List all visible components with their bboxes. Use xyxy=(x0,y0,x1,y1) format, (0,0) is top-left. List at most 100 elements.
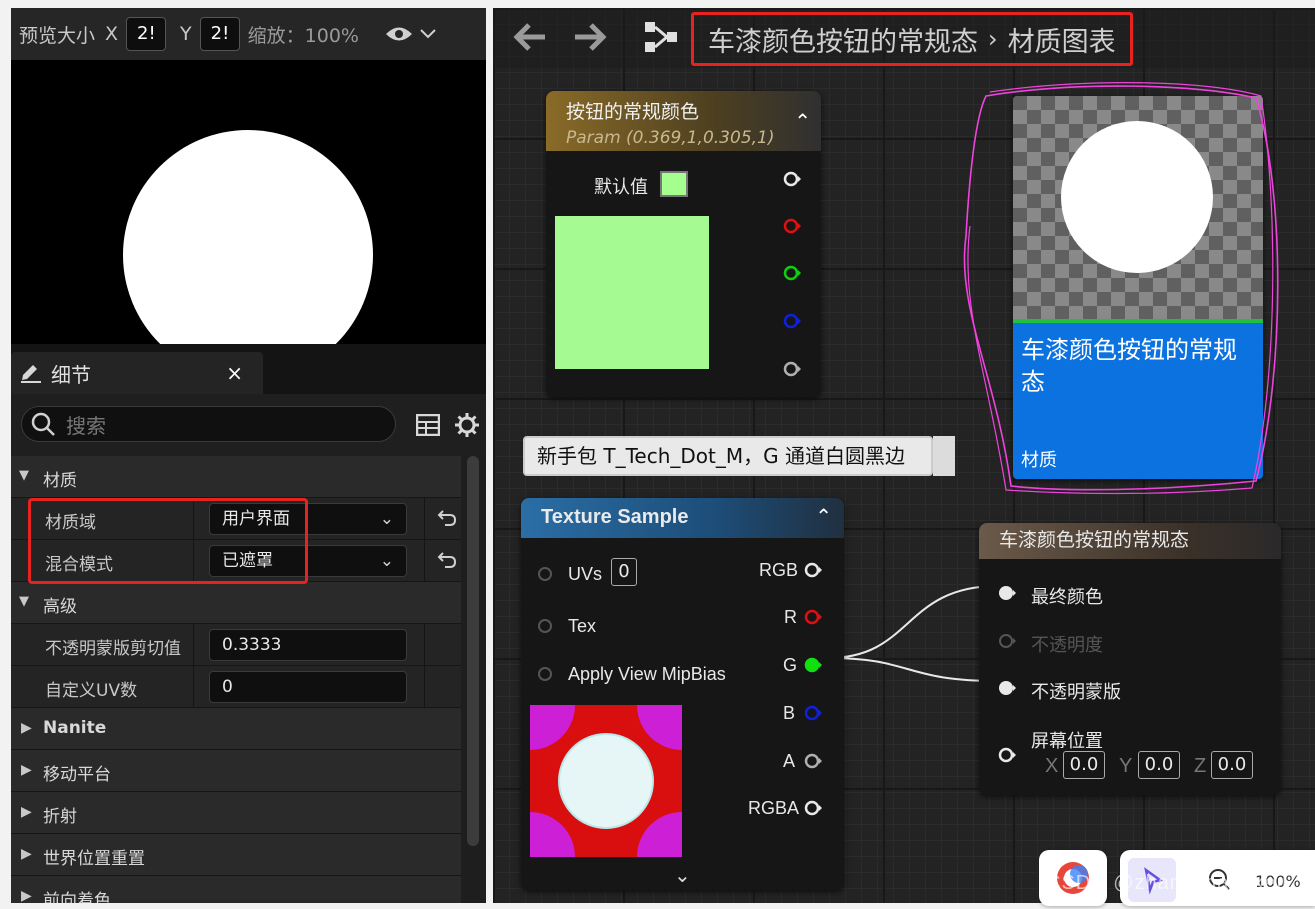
expand-right-icon: ▶ xyxy=(21,720,32,736)
table-icon[interactable] xyxy=(416,414,440,436)
input-pin-mipbias[interactable] xyxy=(537,666,555,682)
column-divider xyxy=(424,540,425,582)
breadcrumb-graph[interactable]: 材质图表 xyxy=(1008,20,1116,59)
expand-down-icon: ▼ xyxy=(19,594,29,609)
opacity-mask-label: 不透明蒙版 xyxy=(1031,682,1121,702)
close-tab-button[interactable]: × xyxy=(226,361,243,385)
mipbias-label: Apply View MipBias xyxy=(568,664,726,684)
rgb-label: RGB xyxy=(759,560,799,580)
screen-position-label: 屏幕位置 xyxy=(1031,731,1103,751)
screen-y-input[interactable]: 0.0 xyxy=(1138,751,1180,779)
graph-hierarchy-icon[interactable] xyxy=(643,20,679,54)
preview-size-label: 预览大小 xyxy=(19,24,96,47)
r-label: R xyxy=(784,607,797,627)
comment-pin-handle[interactable] xyxy=(933,436,955,476)
property-custom-uvs: 自定义UV数 0 xyxy=(11,666,461,708)
final-color-label: 最终颜色 xyxy=(1031,587,1103,607)
input-pin-opacity[interactable] xyxy=(998,633,1016,649)
preview-viewport[interactable] xyxy=(11,60,486,380)
zoom-label: 缩放：100% xyxy=(247,24,359,47)
material-graph[interactable]: 车漆颜色按钮的常规态 › 材质图表 按钮的常规颜色 Param (0.369,1… xyxy=(493,8,1315,903)
details-panel: 搜索 ▼ 材质 材质域 用户界面 ⌄ 混合模式 已遮罩 ⌄ ▼ 高级 不透明蒙版… xyxy=(11,394,486,903)
opacity-label: 不透明度 xyxy=(1031,635,1103,655)
hand-drawn-annotation xyxy=(963,82,1279,495)
output-pin-green[interactable] xyxy=(783,265,801,281)
material-result-node[interactable]: 车漆颜色按钮的常规态 最终颜色 不透明度 不透明蒙版 屏幕位置 X 0.0 Y … xyxy=(979,523,1281,795)
collapse-up-icon[interactable]: ⌃ xyxy=(794,109,811,133)
output-pin-g[interactable] xyxy=(804,657,822,673)
tab-details[interactable]: 细节 × xyxy=(11,352,263,394)
node-title: Texture Sample xyxy=(541,506,689,528)
search-icon xyxy=(31,412,55,436)
output-pin-blue[interactable] xyxy=(783,313,801,329)
reset-arrow-icon[interactable] xyxy=(436,506,458,528)
y-label: Y xyxy=(1119,755,1133,777)
reset-arrow-icon[interactable] xyxy=(436,548,458,570)
output-pin-white[interactable] xyxy=(783,171,801,187)
x-input[interactable]: 2! xyxy=(126,17,167,51)
uvs-input[interactable]: 0 xyxy=(611,558,637,586)
column-divider xyxy=(193,666,194,708)
category-label: 世界位置重置 xyxy=(43,849,145,869)
output-pin-rgba[interactable] xyxy=(804,800,822,816)
preview-circle xyxy=(123,130,373,380)
corner-dot xyxy=(530,705,575,750)
view-options-button[interactable] xyxy=(385,25,437,43)
breadcrumb-material[interactable]: 车漆颜色按钮的常规态 xyxy=(708,20,978,59)
output-pin-alpha[interactable] xyxy=(783,361,801,377)
back-arrow-icon[interactable] xyxy=(513,22,547,52)
category-label: 折射 xyxy=(43,807,77,827)
category-mobile[interactable]: ▶ 移动平台 xyxy=(11,750,461,792)
category-label: Nanite xyxy=(43,718,107,738)
details-tab-label: 细节 xyxy=(51,362,91,387)
output-pin-b[interactable] xyxy=(804,705,822,721)
y-input[interactable]: 2! xyxy=(199,17,240,51)
gear-icon[interactable] xyxy=(454,412,480,438)
texture-sample-node[interactable]: Texture Sample ⌃ UVs 0 Tex Apply View Mi… xyxy=(521,498,844,890)
input-pin-tex[interactable] xyxy=(537,618,555,634)
node-header[interactable]: 按钮的常规颜色 Param (0.369,1,0.305,1) xyxy=(546,91,821,151)
default-color-swatch[interactable] xyxy=(660,171,688,197)
default-value-label: 默认值 xyxy=(594,177,648,198)
uvs-label: UVs xyxy=(568,564,603,584)
category-advanced[interactable]: ▼ 高级 xyxy=(11,582,461,624)
chevron-down-icon: ⌄ xyxy=(379,551,394,571)
category-world-offset[interactable]: ▶ 世界位置重置 xyxy=(11,834,461,876)
output-pin-a[interactable] xyxy=(804,753,822,769)
chevron-down-icon xyxy=(420,29,436,39)
vector-param-node[interactable]: 按钮的常规颜色 Param (0.369,1,0.305,1) ⌃ 默认值 xyxy=(546,91,821,397)
center-circle xyxy=(558,733,654,829)
property-opacity-mask-clip: 不透明蒙版剪切值 0.3333 xyxy=(11,624,461,666)
g-label: G xyxy=(783,655,798,675)
screen-x-input[interactable]: 0.0 xyxy=(1063,751,1105,779)
opacity-clip-input[interactable]: 0.3333 xyxy=(209,629,407,661)
category-refraction[interactable]: ▶ 折射 xyxy=(11,792,461,834)
color-preview xyxy=(555,216,709,369)
corner-dot xyxy=(530,812,575,857)
output-pin-rgb[interactable] xyxy=(804,562,822,578)
category-nanite[interactable]: ▶ Nanite xyxy=(11,708,461,750)
forward-arrow-icon[interactable] xyxy=(573,22,607,52)
input-pin-opacity-mask[interactable] xyxy=(998,680,1016,696)
input-pin-screen-position[interactable] xyxy=(998,747,1016,763)
scrollbar[interactable] xyxy=(467,456,479,846)
node-header[interactable]: Texture Sample xyxy=(521,498,844,538)
custom-uv-input[interactable]: 0 xyxy=(209,671,407,703)
input-pin-uvs[interactable] xyxy=(537,566,555,582)
expand-chevron-icon[interactable]: ⌄ xyxy=(674,863,691,887)
output-pin-red[interactable] xyxy=(783,218,801,234)
comment-bubble[interactable]: 新手包 T_Tech_Dot_M，G 通道白圆黑边 xyxy=(523,436,933,476)
corner-dot xyxy=(637,705,682,750)
output-pin-r[interactable] xyxy=(804,609,822,625)
search-input[interactable]: 搜索 xyxy=(21,406,396,442)
highlight-annotation xyxy=(28,498,308,584)
screen-z-input[interactable]: 0.0 xyxy=(1211,751,1253,779)
column-divider xyxy=(424,498,425,540)
node-header[interactable]: 车漆颜色按钮的常规态 xyxy=(979,523,1281,559)
category-forward-shading[interactable]: ▶ 前向着色 xyxy=(11,876,461,903)
collapse-up-icon[interactable]: ⌃ xyxy=(815,504,832,528)
category-label: 高级 xyxy=(43,597,77,617)
input-pin-final-color[interactable] xyxy=(998,585,1016,601)
search-row: 搜索 xyxy=(11,394,486,456)
category-material[interactable]: ▼ 材质 xyxy=(11,456,461,498)
